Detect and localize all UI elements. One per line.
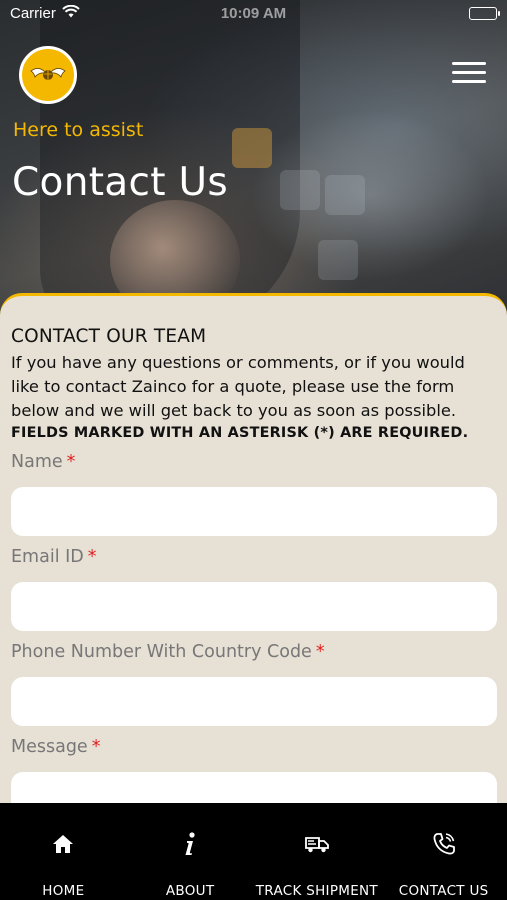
name-field[interactable] (11, 487, 497, 536)
tab-track-shipment[interactable]: TRACK SHIPMENT (254, 803, 381, 900)
tab-label: CONTACT US (398, 883, 489, 899)
bottom-tab-bar: HOME ABOUT TRACK SHIPMENT CONTACT US (0, 803, 507, 900)
hero-tile (232, 128, 272, 168)
tab-contact-us[interactable]: CONTACT US (380, 803, 507, 900)
intro-text: If you have any questions or comments, o… (11, 353, 465, 420)
required-fields-note: FIELDS MARKED WITH AN ASTERISK (*) ARE R… (11, 425, 469, 441)
email-field[interactable] (11, 582, 497, 631)
home-icon (0, 831, 127, 857)
required-asterisk: * (66, 452, 76, 472)
tab-home[interactable]: HOME (0, 803, 127, 900)
contact-form-card: CONTACT OUR TEAM If you have any questio… (0, 293, 507, 821)
email-label: Email ID * (11, 547, 97, 567)
info-icon (127, 831, 254, 857)
page-title: Contact Us (12, 160, 228, 205)
status-time: 10:09 AM (220, 5, 287, 22)
message-label: Message * (11, 737, 101, 757)
phone-field[interactable] (11, 677, 497, 726)
hero-tile (325, 175, 365, 215)
phone-icon (380, 831, 507, 857)
hamburger-menu-icon[interactable] (452, 62, 486, 88)
tab-label: TRACK SHIPMENT (255, 883, 378, 899)
tab-label: ABOUT (165, 883, 215, 899)
battery-icon (469, 7, 500, 20)
section-title: CONTACT OUR TEAM (11, 326, 207, 347)
hero-tagline: Here to assist (13, 119, 144, 141)
name-label: Name * (11, 452, 76, 472)
required-asterisk: * (87, 547, 97, 567)
tab-about[interactable]: ABOUT (127, 803, 254, 900)
required-asterisk: * (91, 737, 101, 757)
phone-label: Phone Number With Country Code * (11, 642, 325, 662)
truck-icon (254, 831, 381, 857)
required-asterisk: * (315, 642, 325, 662)
hero-tile (280, 170, 320, 210)
winged-globe-logo-icon[interactable] (19, 46, 77, 104)
status-bar: Carrier 10:09 AM (0, 0, 507, 28)
hero-tile (318, 240, 358, 280)
tab-label: HOME (42, 883, 85, 899)
